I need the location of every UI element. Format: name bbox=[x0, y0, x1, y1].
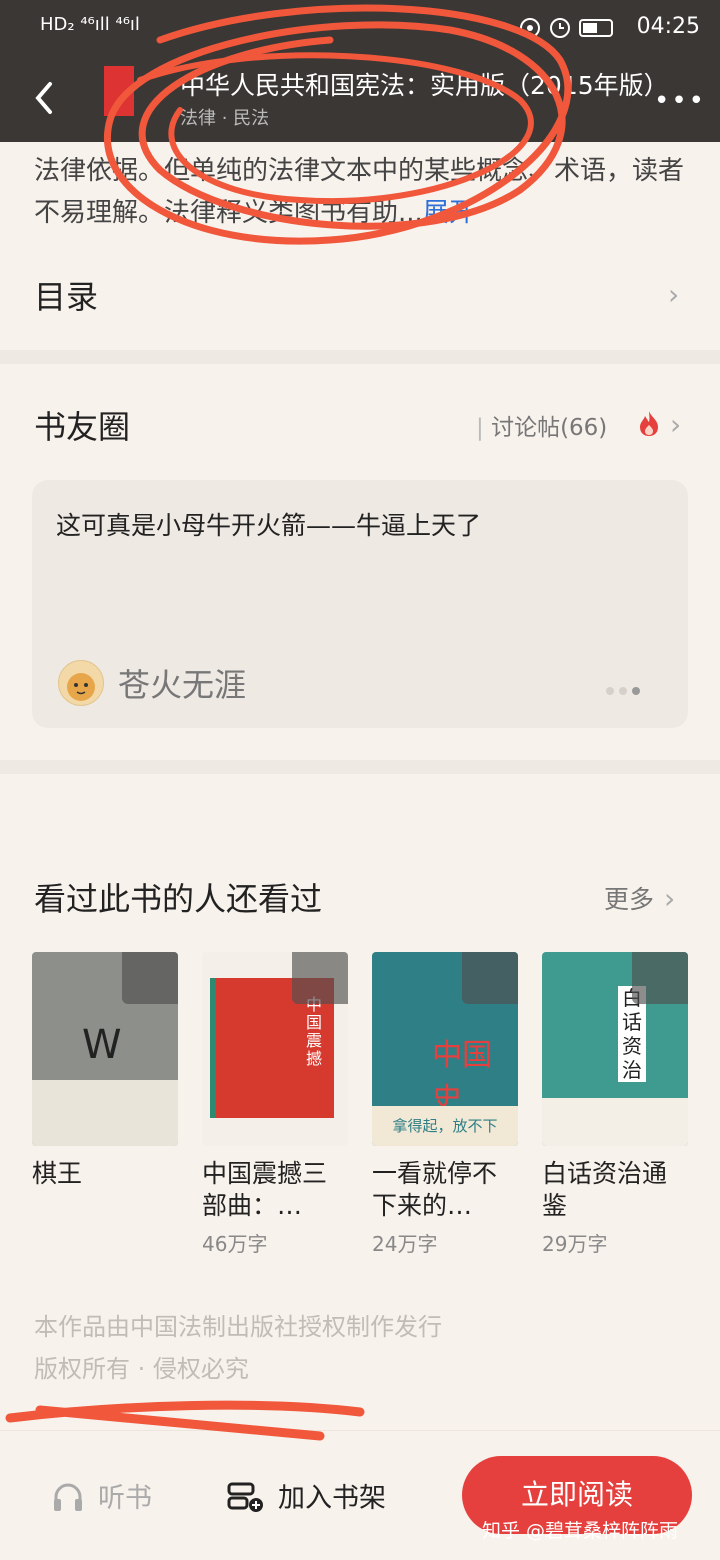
status-icons bbox=[518, 16, 618, 40]
more-link[interactable]: 更多 › bbox=[604, 880, 675, 916]
section-divider bbox=[0, 760, 720, 774]
toc-label: 目录 bbox=[34, 278, 99, 316]
discussion-label: 讨论帖(66) bbox=[491, 415, 608, 441]
post-text: 这可真是小母牛开火箭——牛逼上天了 bbox=[56, 511, 482, 540]
signal-status: HD₂ ⁴⁶ıll ⁴⁶ıl bbox=[40, 14, 140, 35]
back-button[interactable] bbox=[26, 78, 66, 118]
book-category: 法律 · 民法 bbox=[180, 108, 270, 129]
book-intro: 法律依据。但单纯的法律文本中的某些概念、术语，读者不易理解。法律释义类图书有助.… bbox=[34, 150, 684, 234]
eye-icon bbox=[520, 18, 613, 38]
recommendations-title: 看过此书的人还看过 bbox=[34, 880, 323, 918]
carousel-dot-active bbox=[632, 687, 640, 695]
book-title: 中华人民共和国宪法：实用版（2015年版） bbox=[180, 71, 669, 100]
book-word-count: 24万字 bbox=[372, 1232, 438, 1256]
book-cover: W bbox=[32, 952, 178, 1146]
chevron-right-icon: › bbox=[664, 882, 676, 915]
expand-link[interactable]: 展开 bbox=[423, 198, 475, 228]
book-circle-title: 书友圈 bbox=[34, 408, 131, 446]
recommended-book[interactable]: 中国史 拿得起，放不下 一看就停不下来的… 24万字 bbox=[372, 952, 518, 1257]
avatar bbox=[58, 660, 104, 706]
post-username: 苍火无涯 bbox=[118, 666, 247, 704]
add-to-shelf-icon[interactable] bbox=[632, 952, 688, 1004]
status-time: 04:25 bbox=[636, 14, 700, 39]
listen-label: 听书 bbox=[98, 1483, 152, 1514]
recommended-book[interactable]: W 棋王 bbox=[32, 952, 178, 1228]
listen-button[interactable]: 听书 bbox=[52, 1476, 152, 1515]
book-name: 棋王 bbox=[32, 1159, 83, 1188]
copyright-line: 版权所有 · 侵权必究 bbox=[34, 1355, 249, 1383]
copyright-notice: 本作品由中国法制出版社授权制作发行 版权所有 · 侵权必究 bbox=[34, 1306, 442, 1390]
chevron-left-icon bbox=[35, 82, 52, 114]
carousel-dots bbox=[606, 680, 645, 699]
book-word-count: 46万字 bbox=[202, 1232, 268, 1256]
book-cover: 白话资治 bbox=[542, 952, 688, 1146]
headphones-icon bbox=[54, 1483, 82, 1511]
more-label: 更多 bbox=[604, 885, 655, 914]
watermark: 知乎 @碧茸桑梓阵阵雨 bbox=[482, 1520, 679, 1542]
add-to-shelf-icon bbox=[227, 1482, 263, 1512]
fire-icon bbox=[640, 411, 658, 436]
chevron-right-icon: › bbox=[668, 278, 680, 311]
copyright-line: 本作品由中国法制出版社授权制作发行 bbox=[34, 1313, 442, 1341]
add-to-shelf-icon[interactable] bbox=[292, 952, 348, 1004]
discussion-link[interactable]: | 讨论帖(66) bbox=[476, 408, 607, 442]
carousel-dot bbox=[606, 687, 614, 695]
add-to-shelf-label: 加入书架 bbox=[278, 1483, 386, 1514]
add-to-shelf-icon[interactable] bbox=[122, 952, 178, 1004]
book-name: 一看就停不下来的… bbox=[372, 1159, 498, 1220]
intro-text: 法律依据。但单纯的法律文本中的某些概念、术语，读者不易理解。法律释义类图书有助.… bbox=[34, 156, 685, 228]
recommended-book[interactable]: 白话资治 白话资治通鉴 29万字 bbox=[542, 952, 688, 1257]
recommended-book[interactable]: 中国震撼 中国震撼三部曲：… 46万字 bbox=[202, 952, 348, 1257]
carousel-dot bbox=[619, 687, 627, 695]
toc-row[interactable] bbox=[0, 262, 720, 332]
book-word-count: 29万字 bbox=[542, 1232, 608, 1256]
section-divider bbox=[0, 350, 720, 364]
more-menu-button[interactable]: ••• bbox=[654, 86, 706, 116]
add-to-shelf-icon[interactable] bbox=[462, 952, 518, 1004]
book-name: 中国震撼三部曲：… bbox=[202, 1159, 328, 1220]
book-cover-thumbnail bbox=[104, 66, 134, 116]
book-cover: 中国史 拿得起，放不下 bbox=[372, 952, 518, 1146]
book-name: 白话资治通鉴 bbox=[542, 1159, 668, 1220]
chevron-right-icon: › bbox=[670, 408, 682, 441]
book-cover: 中国震撼 bbox=[202, 952, 348, 1146]
add-to-shelf-button[interactable]: 加入书架 bbox=[226, 1476, 386, 1515]
